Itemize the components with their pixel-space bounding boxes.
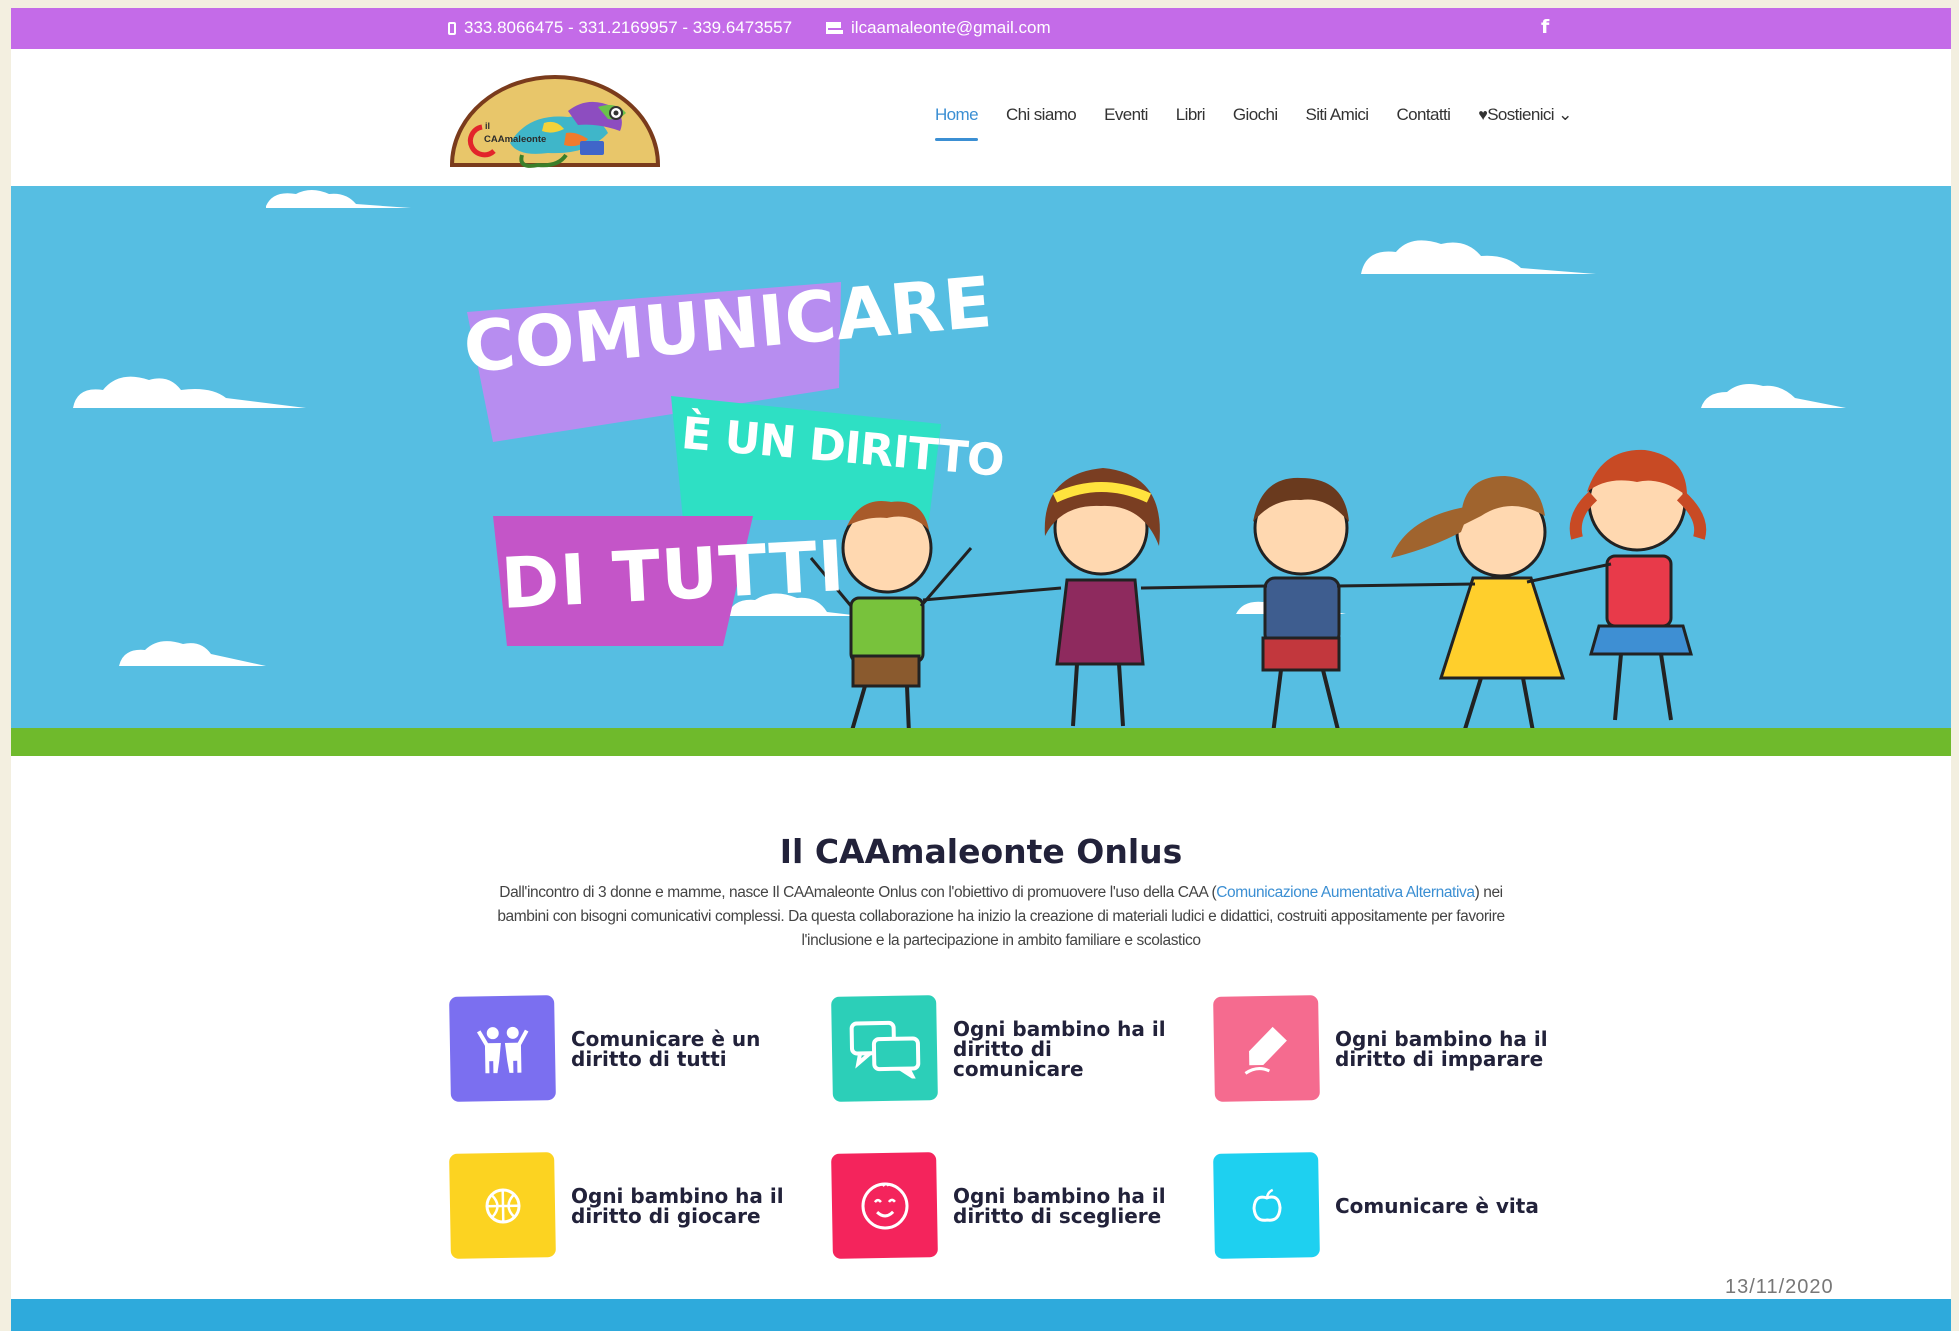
feature-tile (831, 1152, 938, 1259)
caa-link[interactable]: Comunicazione Aumentativa Alternativa (1216, 884, 1475, 901)
intro-text-part1: Dall'incontro di 3 donne e mamme, nasce … (499, 884, 1217, 901)
feature-item: Comunicare è un diritto di tutti (449, 995, 801, 1102)
main-navigation: Home Chi siamo Eventi Libri Giochi Siti … (935, 105, 1572, 141)
feature-item: Ogni bambino ha il diritto di comunicare (831, 995, 1183, 1102)
feature-tile (449, 1152, 556, 1259)
contact-info: 333.8066475 - 331.2169957 - 339.6473557 … (448, 18, 1051, 38)
feature-item: Ogni bambino ha il diritto di giocare (449, 1152, 801, 1259)
browser-frame: 333.8066475 - 331.2169957 - 339.6473557 … (11, 8, 1951, 1331)
phone-numbers: 333.8066475 - 331.2169957 - 339.6473557 (464, 18, 793, 37)
feature-label: Ogni bambino ha il diritto di comunicare (953, 1016, 1166, 1081)
envelope-icon (826, 22, 844, 34)
nav-contatti[interactable]: Contatti (1396, 105, 1450, 125)
nav-siti-amici[interactable]: Siti Amici (1306, 105, 1370, 125)
intro-title: Il CAAmaleonte Onlus (779, 832, 1183, 871)
feature-tile (449, 995, 556, 1102)
feature-label: Comunicare è un diritto di tutti (571, 1026, 761, 1071)
feature-tile (1213, 1152, 1320, 1259)
nav-chi-siamo[interactable]: Chi siamo (1006, 105, 1077, 125)
slide-date: 13/11/2020 (1725, 1276, 1834, 1298)
site-header: il CAAmaleonte Home Chi siamo Eventi Lib… (11, 49, 1951, 186)
feature-item: Ogni bambino ha il diritto di imparare (1213, 995, 1565, 1102)
feature-label: Comunicare è vita (1335, 1193, 1539, 1218)
nav-giochi[interactable]: Giochi (1233, 105, 1278, 125)
baby-face-icon (861, 1182, 908, 1229)
facebook-icon[interactable]: f (1541, 16, 1549, 38)
pencil-icon (1244, 1026, 1287, 1075)
mobile-phone-icon (448, 21, 456, 35)
hero-banner: COMUNICARE È UN DIRITTO DI TUTTI (11, 186, 1951, 756)
logo-text-name: CAAmaleonte (484, 134, 546, 145)
people-icon (476, 1026, 528, 1073)
nav-libri[interactable]: Libri (1176, 105, 1206, 125)
nav-sostienici[interactable]: ♥Sostienici ⌄ (1478, 105, 1572, 125)
intro-paragraph: Dall'incontro di 3 donne e mamme, nasce … (481, 881, 1521, 953)
clouds (73, 190, 1846, 666)
grass-strip (11, 728, 1951, 756)
logo-text-il: il (485, 121, 490, 131)
apple-icon (1252, 1188, 1282, 1222)
feature-tile (831, 995, 938, 1102)
ball-icon (485, 1188, 520, 1223)
caamaleonte-logo[interactable]: il CAAmaleonte (448, 73, 662, 168)
nav-eventi[interactable]: Eventi (1104, 105, 1148, 125)
bottom-bar (11, 1299, 1951, 1331)
heart-icon: ♥ (1478, 107, 1488, 124)
nav-home[interactable]: Home (935, 105, 979, 141)
top-contact-bar: 333.8066475 - 331.2169957 - 339.6473557 … (11, 8, 1951, 49)
feature-label: Ogni bambino ha il diritto di giocare (571, 1183, 784, 1228)
feature-item: Ogni bambino ha il diritto di scegliere (831, 1152, 1183, 1259)
chat-bubbles-icon (849, 1020, 920, 1080)
feature-label: Ogni bambino ha il diritto di imparare (1335, 1026, 1548, 1071)
children-illustration (809, 449, 1707, 743)
feature-label: Ogni bambino ha il diritto di scegliere (953, 1183, 1166, 1228)
nav-sostienici-label: Sostienici (1487, 105, 1554, 124)
feature-tile (1213, 995, 1320, 1102)
feature-item: Comunicare è vita (1213, 1152, 1565, 1259)
email-link[interactable]: ilcaamaleonte@gmail.com (851, 18, 1051, 38)
chevron-down-icon: ⌄ (1553, 105, 1572, 124)
